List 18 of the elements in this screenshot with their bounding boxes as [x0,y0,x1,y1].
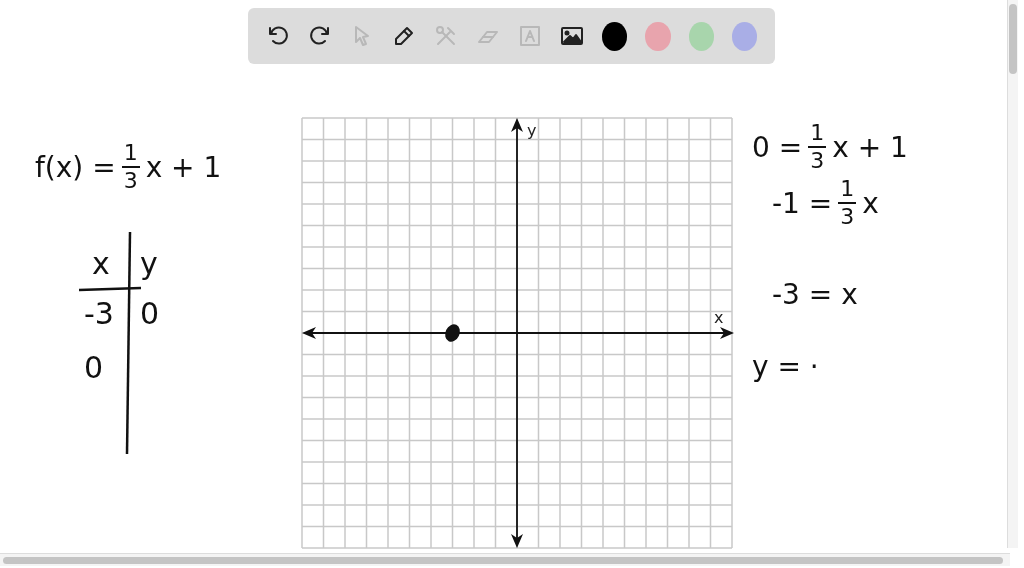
table-cell: -3 [84,296,114,331]
color-swatch[interactable] [645,21,671,51]
table-header: x [92,246,110,281]
color-swatch[interactable] [731,21,757,51]
scroll-thumb[interactable] [1009,4,1017,74]
scroll-thumb[interactable] [3,557,1003,564]
plotted-point [445,324,460,342]
handwritten-equation: y = · [752,350,819,383]
axis-label: x [714,308,724,327]
table-cell: 0 [140,296,160,331]
color-swatch[interactable] [688,21,714,51]
color-swatch[interactable] [602,21,628,51]
axis-label: y [527,121,537,140]
handwritten-equation: -3 = x [772,278,858,311]
horizontal-scrollbar[interactable] [0,553,1010,566]
table-cell: 0 [84,350,104,385]
vertical-scrollbar[interactable] [1007,0,1018,548]
table-header: y [140,246,158,281]
